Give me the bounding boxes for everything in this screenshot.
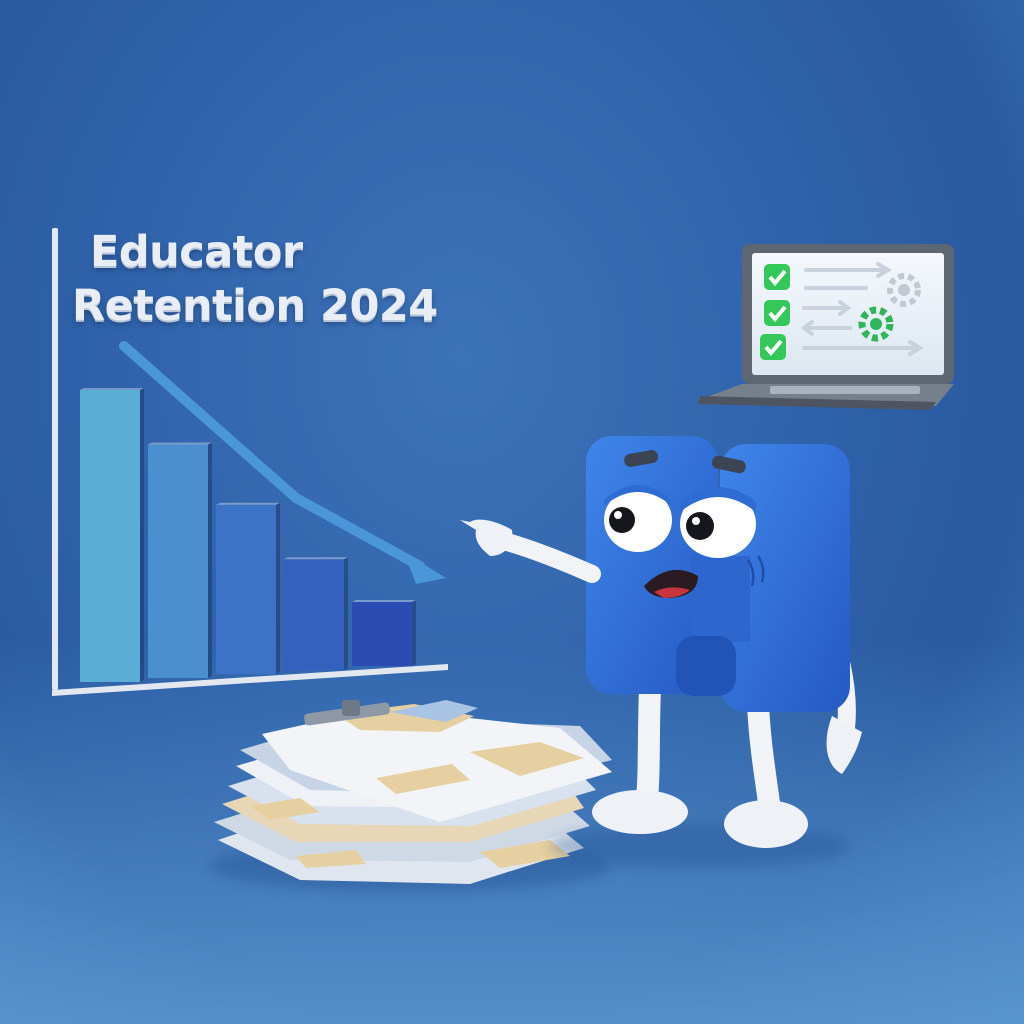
checkmark-icon xyxy=(760,264,790,360)
chart-title-line-1: Educator xyxy=(90,227,303,277)
chart-bar xyxy=(216,502,280,675)
chart-title-line-2: Retention 2024 xyxy=(72,281,438,331)
laptop-icon xyxy=(698,244,954,410)
scene-illustration xyxy=(52,228,954,892)
chart-bar xyxy=(148,442,212,679)
chart-bar xyxy=(352,599,416,667)
chart-bar xyxy=(284,557,348,671)
chart-bar xyxy=(80,388,144,682)
chart-title: Educator Retention 2024 xyxy=(72,225,452,333)
paper-stack xyxy=(214,700,612,884)
